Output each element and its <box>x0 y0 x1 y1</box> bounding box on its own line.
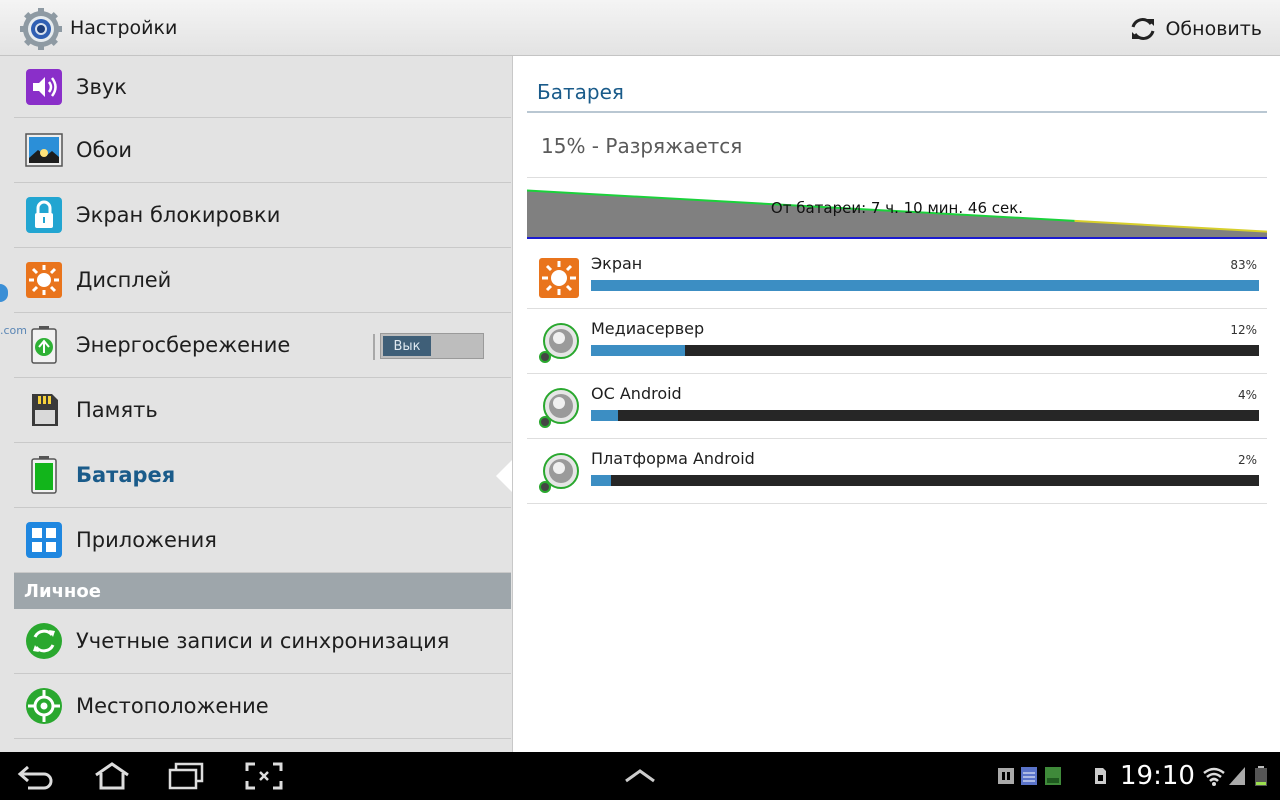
recent-apps-icon[interactable] <box>166 761 206 791</box>
menu-item-location[interactable]: Местоположение <box>14 674 511 739</box>
usage-percent: 2% <box>1237 453 1257 467</box>
panel-title: Батарея <box>537 80 624 104</box>
signal-icon <box>1229 767 1245 785</box>
lock-screen-icon <box>26 197 62 233</box>
display-icon <box>26 262 62 298</box>
screenshot-icon[interactable] <box>244 761 284 791</box>
sound-icon <box>26 68 62 105</box>
battery-graph[interactable]: От батареи: 7 ч. 10 мин. 46 сек. <box>526 182 1268 242</box>
menu-item-lock-screen[interactable]: Экран блокировки <box>14 183 511 248</box>
usage-bar-fill <box>591 345 685 356</box>
menu-item-storage[interactable]: Память <box>14 378 511 443</box>
app-title: Настройки <box>70 17 178 39</box>
toggle-knob: Вык <box>383 336 431 356</box>
gallery-icon <box>1045 767 1061 785</box>
android-system-icon <box>539 388 579 428</box>
settings-menu-panel: .com Звук Обои Экран блокировки Дисплей … <box>0 56 512 752</box>
menu-item-label: Экран блокировки <box>76 203 281 227</box>
menu-item-display[interactable]: Дисплей <box>14 248 511 313</box>
settings-gear-icon[interactable] <box>20 8 62 50</box>
action-bar: Настройки Обновить <box>0 0 1280 56</box>
refresh-button[interactable]: Обновить <box>1125 10 1266 48</box>
usage-item-screen[interactable]: Экран 83% <box>527 244 1267 309</box>
usage-bar <box>591 410 1259 421</box>
usage-name: Платформа Android <box>591 449 755 468</box>
battery-status-icon <box>1255 766 1267 786</box>
graph-duration-label: От батареи: 7 ч. 10 мин. 46 сек. <box>770 199 1024 217</box>
menu-item-wallpaper[interactable]: Обои <box>14 118 511 183</box>
toggle-divider <box>373 334 375 360</box>
usage-percent: 12% <box>1230 323 1257 337</box>
power-saving-toggle[interactable]: Вык <box>373 333 484 360</box>
usage-bar <box>591 280 1259 291</box>
usage-bar-fill <box>591 410 618 421</box>
menu-item-power-saving[interactable]: Энергосбережение Вык <box>14 313 511 378</box>
refresh-label: Обновить <box>1165 18 1262 40</box>
usage-item-mediaserver[interactable]: Медиасервер 12% <box>527 309 1267 374</box>
usage-bar <box>591 475 1259 486</box>
usage-percent: 83% <box>1230 258 1257 272</box>
usage-name: Медиасервер <box>591 319 705 338</box>
accounts-sync-icon <box>26 623 62 659</box>
notes-icon <box>1021 767 1037 785</box>
system-bar: 19:10 <box>0 752 1280 800</box>
battery-icon <box>31 456 57 494</box>
menu-item-label: Местоположение <box>76 694 269 718</box>
status-divider <box>527 177 1267 178</box>
menu-item-label: Звук <box>76 74 127 99</box>
android-system-icon <box>539 323 579 363</box>
display-icon <box>539 258 579 298</box>
section-header-label: Личное <box>24 580 101 602</box>
menu-item-label: Обои <box>76 138 132 162</box>
android-system-icon <box>539 453 579 493</box>
location-icon <box>26 688 62 724</box>
menu-item-applications[interactable]: Приложения <box>14 508 511 573</box>
battery-usage-list: Экран 83% Медиасервер 12% ОС Android 4% … <box>527 244 1267 504</box>
usage-name: Экран <box>591 254 643 273</box>
selection-pointer <box>496 460 512 492</box>
wifi-icon <box>1203 767 1225 786</box>
menu-item-label: Учетные записи и синхронизация <box>76 629 450 653</box>
back-icon[interactable] <box>16 761 56 791</box>
menu-item-accounts-sync[interactable]: Учетные записи и синхронизация <box>14 609 511 674</box>
usage-bar-fill <box>591 475 612 486</box>
battery-detail-panel: Батарея 15% - Разряжается От батареи: 7 … <box>512 56 1280 752</box>
menu-item-battery[interactable]: Батарея <box>14 443 511 508</box>
usage-bar <box>591 345 1259 356</box>
menu-item-sound[interactable]: Звук <box>14 56 511 118</box>
section-header-personal: Личное <box>14 573 511 609</box>
menu-item-label: Приложения <box>76 528 217 552</box>
chevron-up-icon[interactable] <box>620 761 660 791</box>
panel-edge <box>0 56 14 752</box>
clock: 19:10 <box>1120 761 1195 791</box>
storage-icon <box>32 394 58 426</box>
title-divider <box>527 111 1267 113</box>
sd-card-icon <box>1095 768 1106 784</box>
settings-menu: Звук Обои Экран блокировки Дисплей Энерг… <box>14 56 511 739</box>
power-saving-icon <box>31 326 57 364</box>
usage-item-android-platform[interactable]: Платформа Android 2% <box>527 439 1267 504</box>
applications-icon <box>26 522 62 558</box>
menu-item-label: Дисплей <box>76 268 172 292</box>
usage-item-android-os[interactable]: ОС Android 4% <box>527 374 1267 439</box>
usage-bar-fill <box>591 280 1259 291</box>
refresh-icon <box>1132 18 1155 40</box>
battery-status: 15% - Разряжается <box>541 134 743 158</box>
usage-percent: 4% <box>1237 388 1257 402</box>
menu-item-label: Энергосбережение <box>76 333 291 357</box>
usage-name: ОС Android <box>591 384 682 403</box>
wallpaper-icon <box>25 133 63 167</box>
menu-item-label: Память <box>76 398 158 422</box>
usb-debug-icon <box>998 768 1014 784</box>
menu-item-label: Батарея <box>76 463 176 487</box>
home-icon[interactable] <box>92 761 132 791</box>
